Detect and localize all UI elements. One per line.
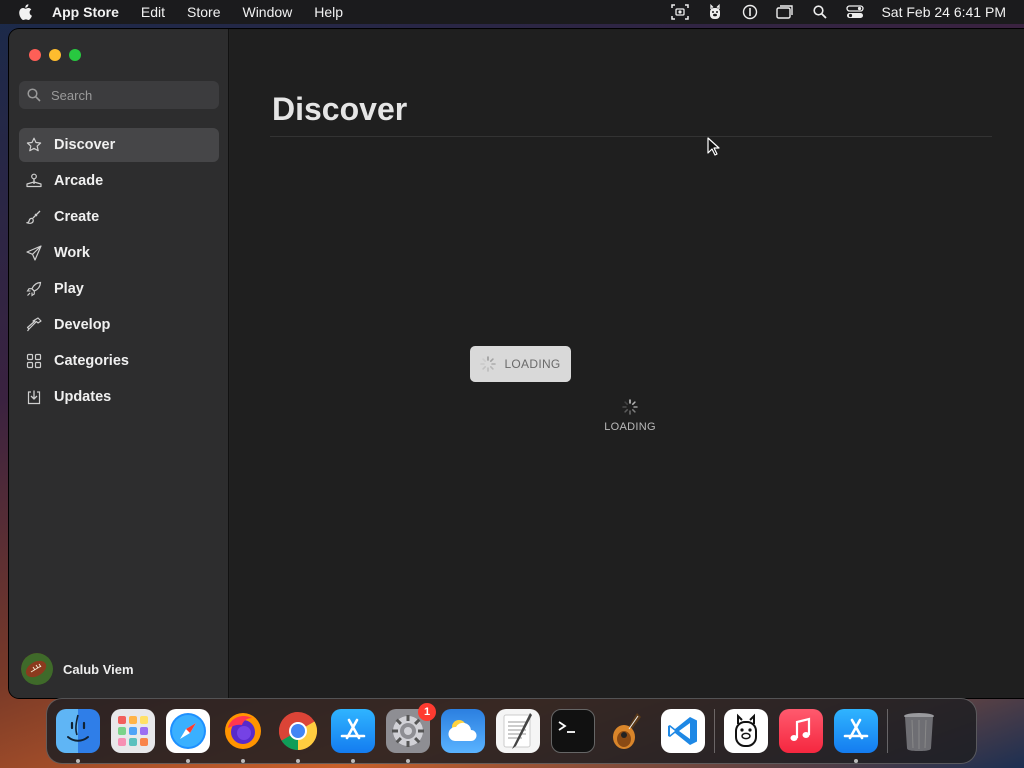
loading-indicator: LOADING bbox=[600, 399, 660, 433]
window-stack-icon[interactable] bbox=[775, 4, 795, 20]
app-store-window: Discover Arcade Create Work bbox=[9, 29, 1024, 698]
dock-garageband-icon[interactable] bbox=[606, 709, 650, 753]
menu-edit[interactable]: Edit bbox=[141, 4, 165, 20]
control-center-icon[interactable] bbox=[845, 4, 865, 20]
running-indicator bbox=[854, 759, 858, 763]
sidebar: Discover Arcade Create Work bbox=[9, 29, 229, 698]
hammer-icon bbox=[25, 316, 43, 334]
sidebar-item-label: Updates bbox=[54, 389, 112, 405]
menu-help[interactable]: Help bbox=[314, 4, 343, 20]
grid-icon bbox=[25, 352, 43, 370]
running-indicator bbox=[406, 759, 410, 763]
paperplane-icon bbox=[25, 244, 43, 262]
title-divider bbox=[270, 136, 992, 137]
dock-app-store-icon[interactable] bbox=[331, 709, 375, 763]
sidebar-item-label: Categories bbox=[54, 353, 129, 369]
mouse-pointer-icon bbox=[707, 137, 720, 156]
sidebar-item-discover[interactable]: Discover bbox=[19, 128, 219, 162]
user-name: Calub Viem bbox=[63, 661, 134, 677]
dock-launchpad-icon[interactable] bbox=[111, 709, 155, 753]
dock-firefox-icon[interactable] bbox=[221, 709, 265, 763]
spinner-icon bbox=[480, 356, 497, 372]
close-window-button[interactable] bbox=[29, 49, 41, 61]
loading-indicator-label: LOADING bbox=[604, 421, 656, 433]
sidebar-nav: Discover Arcade Create Work Play Develop… bbox=[19, 128, 219, 416]
dock-separator bbox=[714, 709, 715, 753]
joystick-icon bbox=[25, 172, 43, 190]
zoom-window-button[interactable] bbox=[69, 49, 81, 61]
apple-menu-icon[interactable] bbox=[18, 4, 36, 20]
page-title: Discover bbox=[272, 91, 408, 127]
minimize-window-button[interactable] bbox=[49, 49, 61, 61]
dock-weather-icon[interactable] bbox=[441, 709, 485, 753]
sidebar-item-label: Arcade bbox=[54, 173, 104, 189]
sidebar-item-arcade[interactable]: Arcade bbox=[19, 164, 219, 198]
window-controls bbox=[29, 49, 81, 61]
search-input[interactable] bbox=[51, 87, 201, 103]
menu-clock[interactable]: Sat Feb 24 6:41 PM bbox=[881, 4, 1006, 20]
dock-terminal-icon[interactable] bbox=[551, 709, 595, 753]
sidebar-item-label: Develop bbox=[54, 317, 111, 333]
dock-app-store-icon-2[interactable] bbox=[834, 709, 878, 763]
main-content: Discover LOADING LOADING bbox=[230, 29, 1024, 698]
user-account[interactable]: Calub Viem bbox=[21, 653, 134, 685]
sidebar-item-play[interactable]: Play bbox=[19, 272, 219, 306]
loading-button[interactable]: LOADING bbox=[470, 346, 571, 382]
search-field[interactable] bbox=[19, 81, 219, 109]
sidebar-item-label: Discover bbox=[54, 137, 116, 153]
download-icon bbox=[25, 388, 43, 406]
running-indicator bbox=[351, 759, 355, 763]
menu-bar: App Store Edit Store Window Help Sat Feb… bbox=[0, 0, 1024, 24]
dock-chrome-icon[interactable] bbox=[276, 709, 320, 763]
menu-window[interactable]: Window bbox=[242, 4, 292, 20]
running-indicator bbox=[241, 759, 245, 763]
spotlight-search-icon[interactable] bbox=[810, 4, 830, 20]
dock-ollama-icon[interactable] bbox=[724, 709, 768, 753]
ollama-status-icon[interactable] bbox=[705, 4, 725, 20]
sidebar-item-develop[interactable]: Develop bbox=[19, 308, 219, 342]
dock-vscode-icon[interactable] bbox=[661, 709, 705, 753]
brush-icon bbox=[25, 208, 43, 226]
dock-textedit-icon[interactable] bbox=[496, 709, 540, 753]
search-icon bbox=[27, 87, 43, 103]
info-circle-icon[interactable] bbox=[740, 4, 760, 20]
menu-app-store[interactable]: App Store bbox=[52, 4, 119, 20]
dock: 1 bbox=[46, 698, 977, 764]
sidebar-item-create[interactable]: Create bbox=[19, 200, 219, 234]
dock-system-settings-icon[interactable]: 1 bbox=[386, 703, 436, 763]
star-icon bbox=[25, 136, 43, 154]
dock-trash-icon[interactable] bbox=[897, 709, 941, 753]
spinner-icon bbox=[622, 399, 638, 415]
running-indicator bbox=[76, 759, 80, 763]
loading-button-label: LOADING bbox=[504, 357, 561, 371]
dock-music-icon[interactable] bbox=[779, 709, 823, 753]
avatar bbox=[21, 653, 53, 685]
sidebar-item-label: Work bbox=[54, 245, 90, 261]
sidebar-item-work[interactable]: Work bbox=[19, 236, 219, 270]
sidebar-item-categories[interactable]: Categories bbox=[19, 344, 219, 378]
menu-store[interactable]: Store bbox=[187, 4, 220, 20]
sidebar-item-updates[interactable]: Updates bbox=[19, 380, 219, 414]
rocket-icon bbox=[25, 280, 43, 298]
screenshot-icon[interactable] bbox=[670, 4, 690, 20]
sidebar-item-label: Play bbox=[54, 281, 84, 297]
dock-finder-icon[interactable] bbox=[56, 709, 100, 763]
dock-separator bbox=[887, 709, 888, 753]
notification-badge: 1 bbox=[418, 703, 436, 721]
running-indicator bbox=[296, 759, 300, 763]
sidebar-item-label: Create bbox=[54, 209, 100, 225]
dock-safari-icon[interactable] bbox=[166, 709, 210, 763]
running-indicator bbox=[186, 759, 190, 763]
